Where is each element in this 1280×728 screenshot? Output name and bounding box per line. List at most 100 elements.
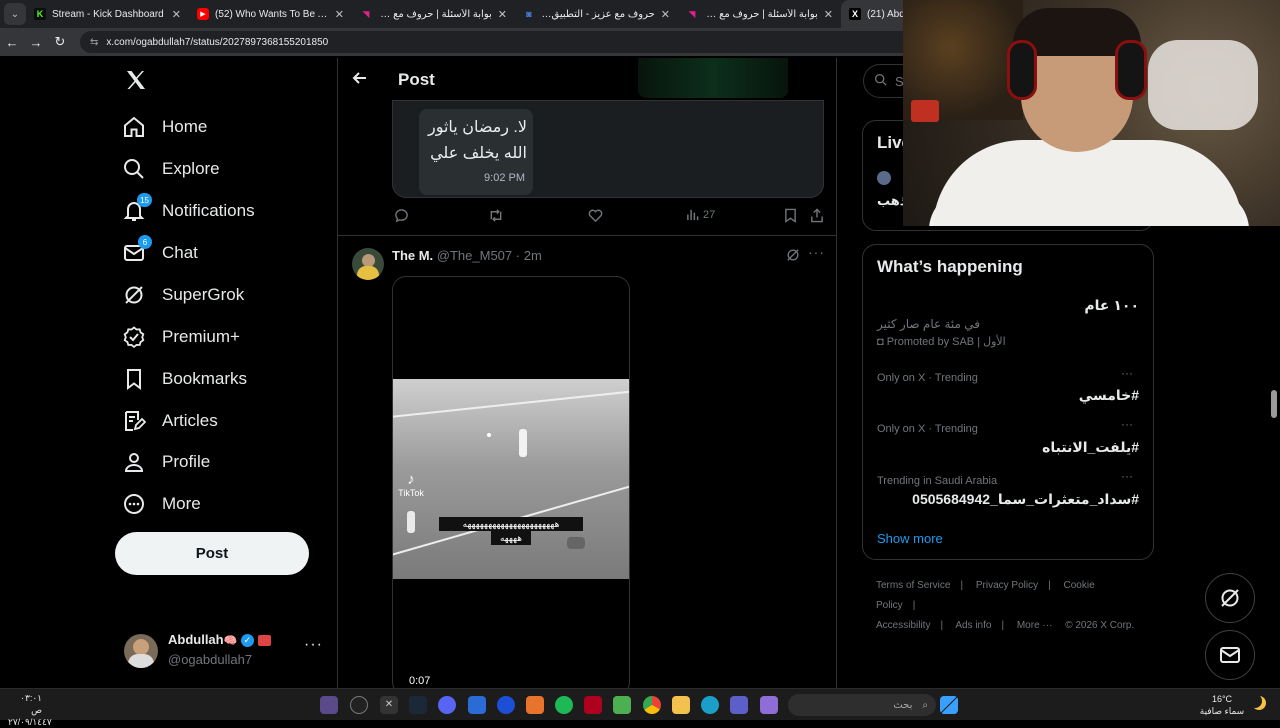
author-handle[interactable]: @The_M507 bbox=[437, 248, 512, 263]
more-dots-icon[interactable]: ··· bbox=[1121, 469, 1133, 483]
close-icon[interactable]: ✕ bbox=[335, 8, 344, 21]
back-arrow-icon[interactable] bbox=[352, 70, 368, 91]
scrollbar-thumb[interactable] bbox=[1271, 390, 1277, 418]
app-icon[interactable] bbox=[468, 696, 486, 714]
footer-separator: | bbox=[912, 600, 916, 611]
kick-favicon-icon: K bbox=[34, 8, 46, 20]
browser-tab[interactable]: ▶ (52) Who Wants To Be A Millionaire ✕ bbox=[189, 0, 352, 28]
nav-chat[interactable]: 6 Chat bbox=[122, 233, 198, 273]
clock[interactable]: ٠٣:٠١ ص ٢٧/٠٩/١٤٤٧ bbox=[8, 692, 52, 728]
nav-more[interactable]: More bbox=[122, 484, 201, 524]
footer-link[interactable]: Terms of Service bbox=[876, 580, 950, 591]
grok-icon[interactable] bbox=[786, 248, 800, 267]
chat-screenshot-image[interactable]: لا. رمضان ياثور الله يخلف علي 9:02 PM bbox=[392, 100, 824, 198]
more-circle-icon bbox=[122, 492, 146, 516]
page-title: Post bbox=[398, 70, 435, 89]
spotify-icon[interactable] bbox=[555, 696, 573, 714]
repost-icon[interactable] bbox=[488, 208, 504, 223]
account-switcher[interactable]: Abdullah🧠 ✓ @ogabdullah7 ··· bbox=[124, 630, 324, 670]
file-explorer-icon[interactable] bbox=[672, 696, 690, 714]
app-icon[interactable] bbox=[760, 696, 778, 714]
nav-supergrok[interactable]: SuperGrok bbox=[122, 275, 244, 315]
close-icon[interactable]: ✕ bbox=[824, 8, 833, 21]
tiktok-label: TikTok bbox=[398, 488, 424, 498]
app-icon[interactable] bbox=[526, 696, 544, 714]
clock-time: ٠٣:٠١ ص bbox=[20, 693, 42, 715]
footer-link[interactable]: Privacy Policy bbox=[976, 580, 1038, 591]
reload-icon[interactable]: ↻ bbox=[48, 34, 72, 50]
app-icon[interactable]: ✕ bbox=[380, 696, 398, 714]
more-dots-icon[interactable]: ··· bbox=[304, 636, 323, 654]
views-count[interactable]: 27 bbox=[686, 208, 715, 221]
trend-name[interactable]: #سداد_متعثرات_سما_0505684942 bbox=[912, 491, 1139, 508]
app-icon[interactable] bbox=[584, 696, 602, 714]
trend-name[interactable]: #يلفت_الانتباه bbox=[1042, 439, 1139, 456]
nav-bookmarks[interactable]: Bookmarks bbox=[122, 359, 247, 399]
footer-links: Terms of Service | Privacy Policy | Cookie… bbox=[876, 576, 1146, 636]
edge-icon[interactable] bbox=[701, 696, 719, 714]
nav-notifications[interactable]: 15 Notifications bbox=[122, 191, 255, 231]
grok-fab-button[interactable] bbox=[1205, 573, 1255, 623]
back-icon[interactable]: ← bbox=[0, 35, 24, 50]
nav-premium[interactable]: Premium+ bbox=[122, 317, 240, 357]
nav-home[interactable]: Home bbox=[122, 107, 207, 147]
like-icon[interactable] bbox=[588, 208, 603, 223]
show-more-link[interactable]: Show more bbox=[877, 531, 943, 546]
browser-tab[interactable]: ◥ بوابة الأسئلة | حروف مع عزيز ✕ bbox=[352, 0, 515, 28]
weather-text: سماء صافية bbox=[1199, 706, 1245, 716]
site-info-icon[interactable]: ⇆ bbox=[90, 37, 98, 48]
app-icon[interactable] bbox=[320, 696, 338, 714]
search-placeholder: بحث bbox=[893, 699, 913, 711]
messages-fab-button[interactable] bbox=[1205, 630, 1255, 680]
tab-title: بوابة الأسئلة | حروف مع عزيز bbox=[378, 8, 492, 20]
obs-icon[interactable] bbox=[350, 696, 368, 714]
chrome-icon[interactable] bbox=[643, 696, 661, 714]
moon-icon bbox=[1252, 696, 1266, 710]
close-icon[interactable]: ✕ bbox=[661, 8, 670, 21]
forward-icon[interactable]: → bbox=[24, 35, 48, 50]
promo-title[interactable]: ١٠٠ عام bbox=[1084, 297, 1139, 314]
youtube-favicon-icon: ▶ bbox=[197, 8, 209, 20]
close-icon[interactable]: ✕ bbox=[172, 8, 181, 21]
webcam-overlay-image bbox=[903, 0, 1280, 226]
post-time[interactable]: · 2m bbox=[516, 248, 542, 263]
steam-icon[interactable] bbox=[409, 696, 427, 714]
video-player[interactable]: ♪ TikTok ههههههههههههههههههههههه ههههه 0… bbox=[392, 276, 630, 688]
bookmark-icon[interactable] bbox=[784, 208, 797, 223]
reply-icon[interactable] bbox=[394, 208, 409, 223]
author-name[interactable]: The M. bbox=[392, 248, 433, 263]
app-icon[interactable] bbox=[613, 696, 631, 714]
discord-icon[interactable] bbox=[438, 696, 456, 714]
tiktok-watermark: ♪ TikTok bbox=[397, 471, 425, 498]
browser-tab[interactable]: ◥ بوابة الأسئلة | حروف مع عزيز ✕ bbox=[678, 0, 841, 28]
avatar[interactable] bbox=[352, 248, 384, 280]
nav-profile[interactable]: Profile bbox=[122, 442, 210, 482]
promoted-icon: ◘ bbox=[877, 336, 887, 348]
footer-link[interactable]: More ··· bbox=[1017, 620, 1053, 631]
footer-link[interactable]: Ads info bbox=[955, 620, 991, 631]
footer-separator: | bbox=[940, 620, 944, 631]
share-icon[interactable] bbox=[810, 208, 824, 223]
footer-separator: | bbox=[1001, 620, 1005, 631]
bell-icon: 15 bbox=[122, 193, 152, 223]
nav-explore[interactable]: Explore bbox=[122, 149, 220, 189]
more-dots-icon[interactable]: ··· bbox=[1121, 366, 1133, 380]
tab-search-button[interactable]: ⌄ bbox=[4, 3, 26, 25]
browser-tab[interactable]: ◙ حروف مع عزيز - التطبيق الرسمي ✕ bbox=[515, 0, 678, 28]
trend-name[interactable]: #خامسي bbox=[1079, 387, 1139, 404]
more-dots-icon[interactable]: ··· bbox=[808, 244, 825, 260]
windows-start-icon[interactable] bbox=[940, 696, 958, 714]
footer-link[interactable]: Accessibility bbox=[876, 620, 930, 631]
nav-articles[interactable]: Articles bbox=[122, 401, 218, 441]
weather-widget[interactable]: 16°C سماء صافية bbox=[1196, 693, 1248, 717]
taskbar-search[interactable]: بحث ⌕ bbox=[788, 694, 936, 716]
more-dots-icon[interactable]: ··· bbox=[1121, 417, 1133, 431]
close-icon[interactable]: ✕ bbox=[498, 8, 507, 21]
app-icon[interactable] bbox=[497, 696, 515, 714]
teams-icon[interactable] bbox=[730, 696, 748, 714]
footer-separator: | bbox=[960, 580, 964, 591]
nav-label: Home bbox=[162, 117, 208, 136]
browser-tab[interactable]: K Stream - Kick Dashboard ✕ bbox=[26, 0, 189, 28]
post-button[interactable]: Post bbox=[115, 532, 309, 575]
x-logo-icon[interactable] bbox=[124, 68, 150, 94]
